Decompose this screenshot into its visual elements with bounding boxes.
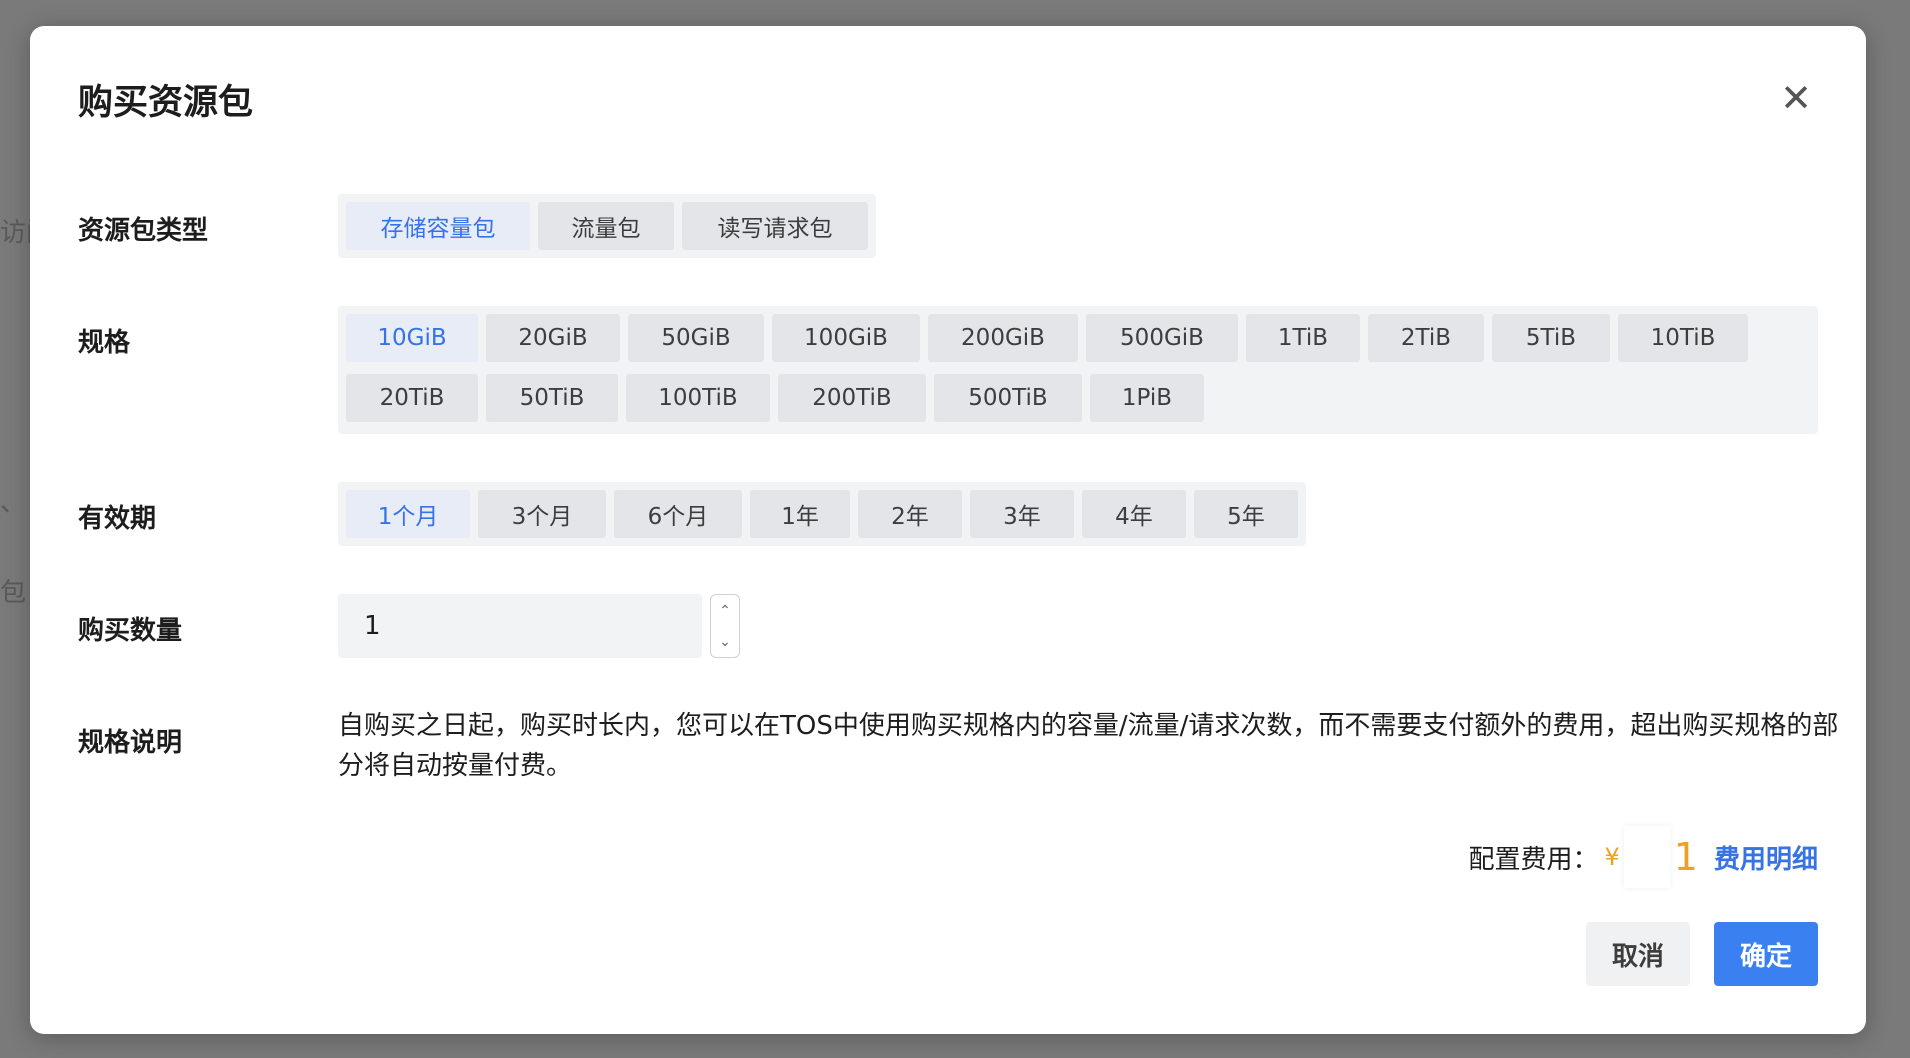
validity-selector: 1个月 3个月 6个月 1年 2年 3年 4年 5年 [338,482,1306,546]
spec-option[interactable]: 1PiB [1090,374,1204,422]
fee-amount: 1 [1673,835,1698,879]
spec-option[interactable]: 20TiB [346,374,478,422]
validity-option[interactable]: 1个月 [346,490,470,538]
package-type-option[interactable]: 存储容量包 [346,202,530,250]
close-icon[interactable]: ✕ [1776,78,1816,118]
package-type-selector: 存储容量包 流量包 读写请求包 [338,194,876,258]
spec-desc-text: 自购买之日起，购买时长内，您可以在TOS中使用购买规格内的容量/流量/请求次数，… [338,711,1839,781]
validity-option[interactable]: 5年 [1194,490,1298,538]
spec-option[interactable]: 100TiB [626,374,770,422]
confirm-button[interactable]: 确定 [1714,922,1818,986]
validity-option[interactable]: 2年 [858,490,962,538]
chevron-up-icon[interactable]: ⌃ [711,595,739,626]
chevron-down-icon[interactable]: ⌄ [711,626,739,657]
purchase-dialog: 购买资源包 ✕ 资源包类型 存储容量包 流量包 读写请求包 规格 10GiB 2… [30,26,1866,1034]
spec-option[interactable]: 50GiB [628,314,764,362]
spec-option[interactable]: 20GiB [486,314,620,362]
background-fragment: 包 [0,578,27,608]
spec-option[interactable]: 10TiB [1618,314,1748,362]
spec-option[interactable]: 5TiB [1492,314,1610,362]
cancel-button[interactable]: 取消 [1586,922,1690,986]
fee-detail-link[interactable]: 费用明细 [1714,839,1818,876]
spec-option[interactable]: 10GiB [346,314,478,362]
quantity-stepper: ⌃ ⌄ [710,594,740,658]
spec-selector: 10GiB 20GiB 50GiB 100GiB 200GiB 500GiB 1… [338,306,1818,434]
spec-option[interactable]: 2TiB [1368,314,1484,362]
fee-label: 配置费用： [1468,844,1599,875]
spec-option[interactable]: 50TiB [486,374,618,422]
dialog-title: 购买资源包 [78,83,254,123]
spec-option[interactable]: 1TiB [1246,314,1360,362]
package-type-label: 资源包类型 [78,216,209,246]
spec-option[interactable]: 500GiB [1086,314,1238,362]
background-fragment: 、 [0,488,27,518]
package-type-option[interactable]: 流量包 [538,202,674,250]
fee-row: 配置费用： ¥ 1 费用明细 [1468,826,1818,888]
validity-option[interactable]: 6个月 [614,490,742,538]
spec-option[interactable]: 500TiB [934,374,1082,422]
quantity-label: 购买数量 [78,616,183,646]
validity-option[interactable]: 3个月 [478,490,606,538]
spec-option[interactable]: 100GiB [772,314,920,362]
validity-label: 有效期 [78,504,157,534]
validity-option[interactable]: 4年 [1082,490,1186,538]
package-type-option[interactable]: 读写请求包 [682,202,868,250]
validity-option[interactable]: 1年 [750,490,850,538]
fee-amount-mask [1623,826,1670,888]
spec-option[interactable]: 200GiB [928,314,1078,362]
spec-desc-label: 规格说明 [78,728,183,758]
spec-label: 规格 [78,328,131,358]
fee-currency: ¥ [1604,843,1620,871]
validity-option[interactable]: 3年 [970,490,1074,538]
spec-option[interactable]: 200TiB [778,374,926,422]
quantity-input[interactable]: 1 [338,594,702,658]
